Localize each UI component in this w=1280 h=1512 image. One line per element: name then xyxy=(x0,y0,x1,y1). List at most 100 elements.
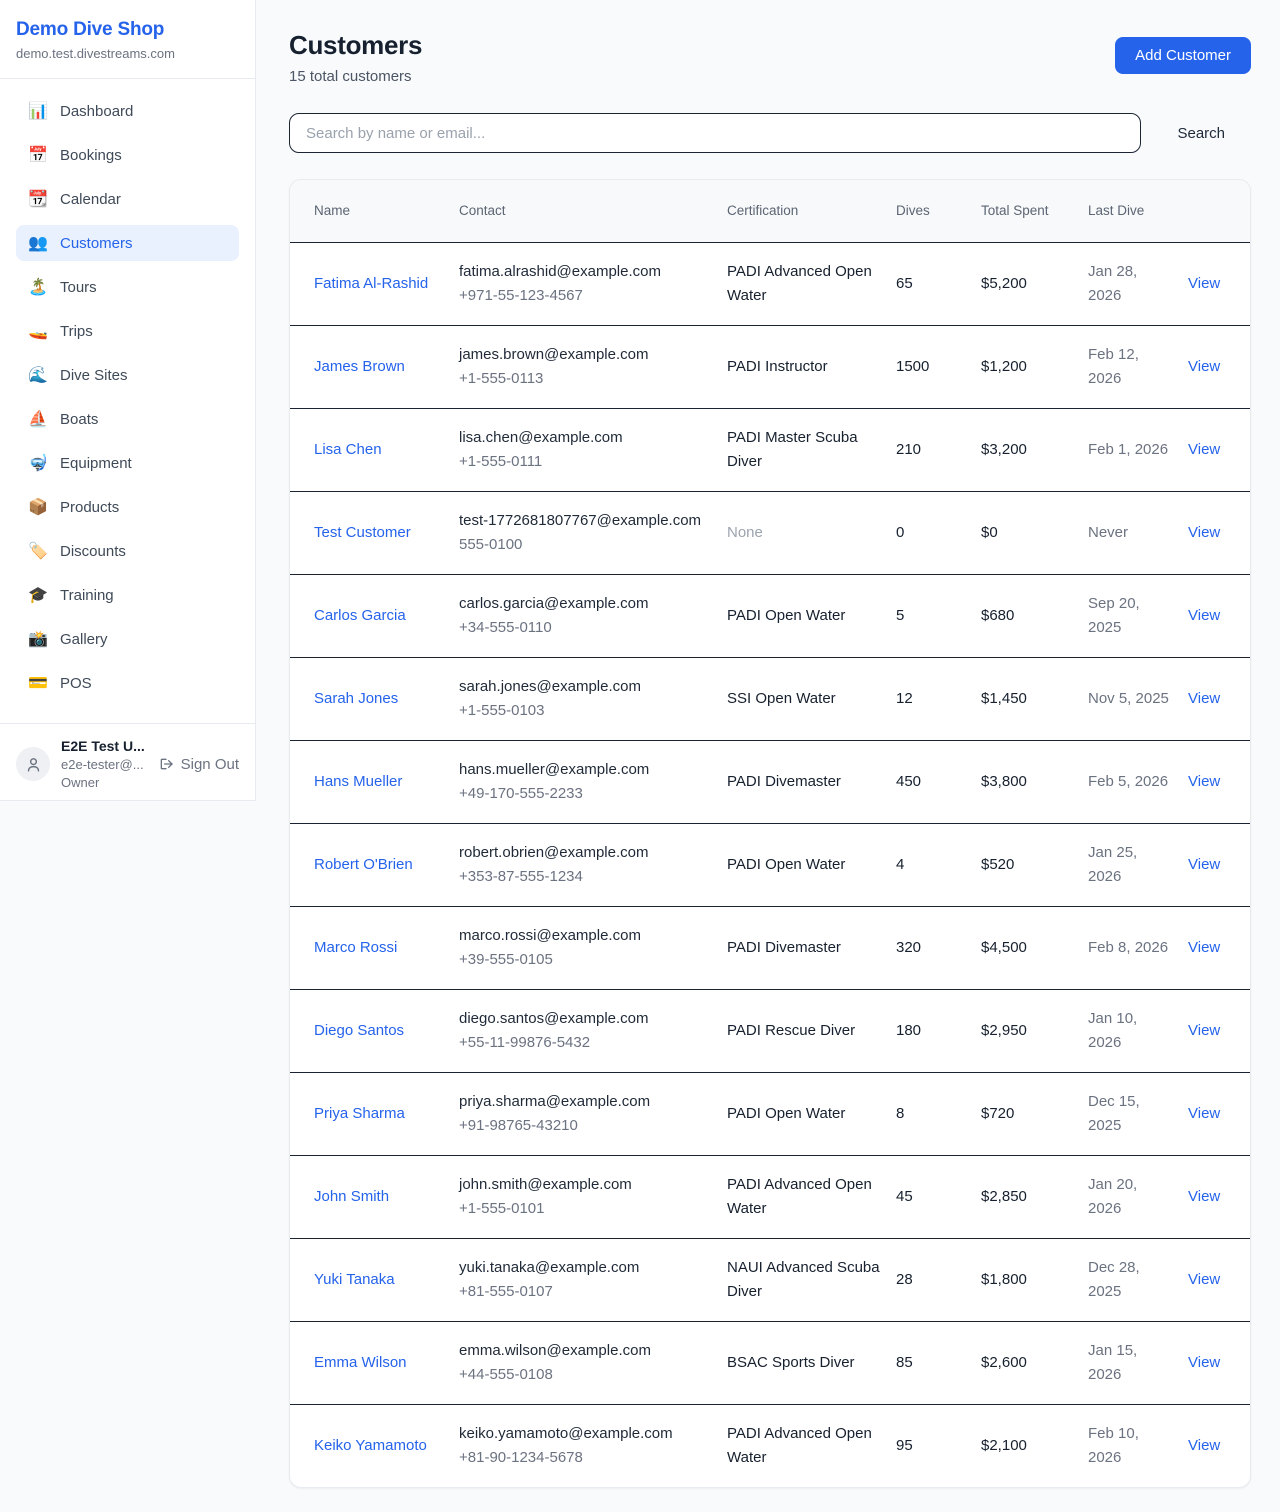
customer-email: yuki.tanaka@example.com xyxy=(459,1256,713,1280)
customer-phone: +39-555-0105 xyxy=(459,948,713,972)
view-link[interactable]: View xyxy=(1188,1437,1220,1454)
view-link[interactable]: View xyxy=(1188,690,1220,707)
view-link[interactable]: View xyxy=(1188,607,1220,624)
customer-email: priya.sharma@example.com xyxy=(459,1090,713,1114)
customer-table-body: Fatima Al-Rashid fatima.alrashid@example… xyxy=(290,242,1250,1487)
sidebar-item-training[interactable]: 🎓 Training xyxy=(16,577,239,613)
sidebar-item-discounts[interactable]: 🏷️ Discounts xyxy=(16,533,239,569)
view-link[interactable]: View xyxy=(1188,1354,1220,1371)
sidebar-nav: 📊 Dashboard 📅 Bookings 📆 Calendar 👥 Cust… xyxy=(0,79,255,723)
view-link[interactable]: View xyxy=(1188,939,1220,956)
view-link[interactable]: View xyxy=(1188,1022,1220,1039)
certification: PADI Instructor xyxy=(727,355,882,379)
last-dive: Feb 5, 2026 xyxy=(1088,770,1174,794)
sidebar: Demo Dive Shop demo.test.divestreams.com… xyxy=(0,0,256,801)
last-dive: Dec 15, 2025 xyxy=(1088,1090,1174,1138)
view-link[interactable]: View xyxy=(1188,358,1220,375)
customer-email: keiko.yamamoto@example.com xyxy=(459,1422,713,1446)
certification: PADI Advanced Open Water xyxy=(727,1422,882,1470)
sidebar-item-boats[interactable]: ⛵ Boats xyxy=(16,401,239,437)
pos-icon: 💳 xyxy=(28,673,47,693)
customer-name-link[interactable]: Robert O'Brien xyxy=(314,856,413,873)
search-button[interactable]: Search xyxy=(1141,125,1251,142)
sidebar-item-label: Equipment xyxy=(60,455,132,472)
certification: NAUI Advanced Scuba Diver xyxy=(727,1256,882,1304)
total-spent: $3,200 xyxy=(981,438,1074,462)
table-row: Hans Mueller hans.mueller@example.com +4… xyxy=(290,740,1250,823)
total-spent: $720 xyxy=(981,1102,1074,1126)
total-spent: $680 xyxy=(981,604,1074,628)
customer-name-link[interactable]: Test Customer xyxy=(314,524,411,541)
sidebar-item-equipment[interactable]: 🤿 Equipment xyxy=(16,445,239,481)
sidebar-item-pos[interactable]: 💳 POS xyxy=(16,665,239,701)
sidebar-item-dive-sites[interactable]: 🌊 Dive Sites xyxy=(16,357,239,393)
view-link[interactable]: View xyxy=(1188,1271,1220,1288)
total-spent: $2,850 xyxy=(981,1185,1074,1209)
avatar xyxy=(16,747,50,781)
user-area: E2E Test U... e2e-tester@... Owner Sign … xyxy=(0,723,255,804)
user-role: Owner xyxy=(61,775,145,790)
table-row: James Brown james.brown@example.com +1-5… xyxy=(290,325,1250,408)
last-dive: Jan 25, 2026 xyxy=(1088,841,1174,889)
view-link[interactable]: View xyxy=(1188,856,1220,873)
customer-email: lisa.chen@example.com xyxy=(459,426,713,450)
sidebar-item-label: Dive Sites xyxy=(60,367,128,384)
customer-name-link[interactable]: Emma Wilson xyxy=(314,1354,407,1371)
dives-count: 180 xyxy=(896,1019,967,1043)
view-link[interactable]: View xyxy=(1188,524,1220,541)
sidebar-item-calendar[interactable]: 📆 Calendar xyxy=(16,181,239,217)
sidebar-item-trips[interactable]: 🚤 Trips xyxy=(16,313,239,349)
customer-name-link[interactable]: Carlos Garcia xyxy=(314,607,406,624)
sidebar-item-label: Bookings xyxy=(60,147,122,164)
tours-icon: 🏝️ xyxy=(28,277,47,297)
customer-email: marco.rossi@example.com xyxy=(459,924,713,948)
shop-name: Demo Dive Shop xyxy=(16,19,239,41)
customer-phone: +49-170-555-2233 xyxy=(459,782,713,806)
sign-out-label: Sign Out xyxy=(181,756,239,773)
dives-count: 85 xyxy=(896,1351,967,1375)
main-content: Customers 15 total customers Add Custome… xyxy=(256,0,1280,1512)
last-dive: Feb 12, 2026 xyxy=(1088,343,1174,391)
table-row: Lisa Chen lisa.chen@example.com +1-555-0… xyxy=(290,408,1250,491)
sidebar-item-label: Tours xyxy=(60,279,97,296)
customer-name-link[interactable]: John Smith xyxy=(314,1188,389,1205)
search-input[interactable] xyxy=(289,113,1141,153)
customer-name-link[interactable]: Keiko Yamamoto xyxy=(314,1437,427,1454)
sign-out-icon xyxy=(158,756,174,772)
dive-sites-icon: 🌊 xyxy=(28,365,47,385)
customer-name-link[interactable]: Fatima Al-Rashid xyxy=(314,275,428,292)
view-link[interactable]: View xyxy=(1188,441,1220,458)
customer-email: robert.obrien@example.com xyxy=(459,841,713,865)
customer-name-link[interactable]: Lisa Chen xyxy=(314,441,382,458)
customer-phone: +81-555-0107 xyxy=(459,1280,713,1304)
table-row: John Smith john.smith@example.com +1-555… xyxy=(290,1155,1250,1238)
view-link[interactable]: View xyxy=(1188,275,1220,292)
customer-name-link[interactable]: Sarah Jones xyxy=(314,690,398,707)
sidebar-item-dashboard[interactable]: 📊 Dashboard xyxy=(16,93,239,129)
last-dive: Sep 20, 2025 xyxy=(1088,592,1174,640)
page-title: Customers xyxy=(289,30,422,61)
col-header-name: Name xyxy=(290,180,459,242)
certification: PADI Advanced Open Water xyxy=(727,260,882,308)
customer-name-link[interactable]: Diego Santos xyxy=(314,1022,404,1039)
view-link[interactable]: View xyxy=(1188,1188,1220,1205)
customer-name-link[interactable]: Priya Sharma xyxy=(314,1105,405,1122)
view-link[interactable]: View xyxy=(1188,1105,1220,1122)
customer-name-link[interactable]: James Brown xyxy=(314,358,405,375)
sidebar-item-customers[interactable]: 👥 Customers xyxy=(16,225,239,261)
sidebar-item-products[interactable]: 📦 Products xyxy=(16,489,239,525)
customer-name-link[interactable]: Yuki Tanaka xyxy=(314,1271,395,1288)
customer-name-link[interactable]: Hans Mueller xyxy=(314,773,402,790)
last-dive: Feb 1, 2026 xyxy=(1088,438,1174,462)
col-header-actions xyxy=(1188,180,1250,242)
customer-name-link[interactable]: Marco Rossi xyxy=(314,939,397,956)
add-customer-button[interactable]: Add Customer xyxy=(1115,37,1251,74)
table-row: Carlos Garcia carlos.garcia@example.com … xyxy=(290,574,1250,657)
certification: BSAC Sports Diver xyxy=(727,1351,882,1375)
total-spent: $2,600 xyxy=(981,1351,1074,1375)
sidebar-item-gallery[interactable]: 📸 Gallery xyxy=(16,621,239,657)
view-link[interactable]: View xyxy=(1188,773,1220,790)
sidebar-item-bookings[interactable]: 📅 Bookings xyxy=(16,137,239,173)
sidebar-item-tours[interactable]: 🏝️ Tours xyxy=(16,269,239,305)
sign-out-button[interactable]: Sign Out xyxy=(158,756,239,773)
